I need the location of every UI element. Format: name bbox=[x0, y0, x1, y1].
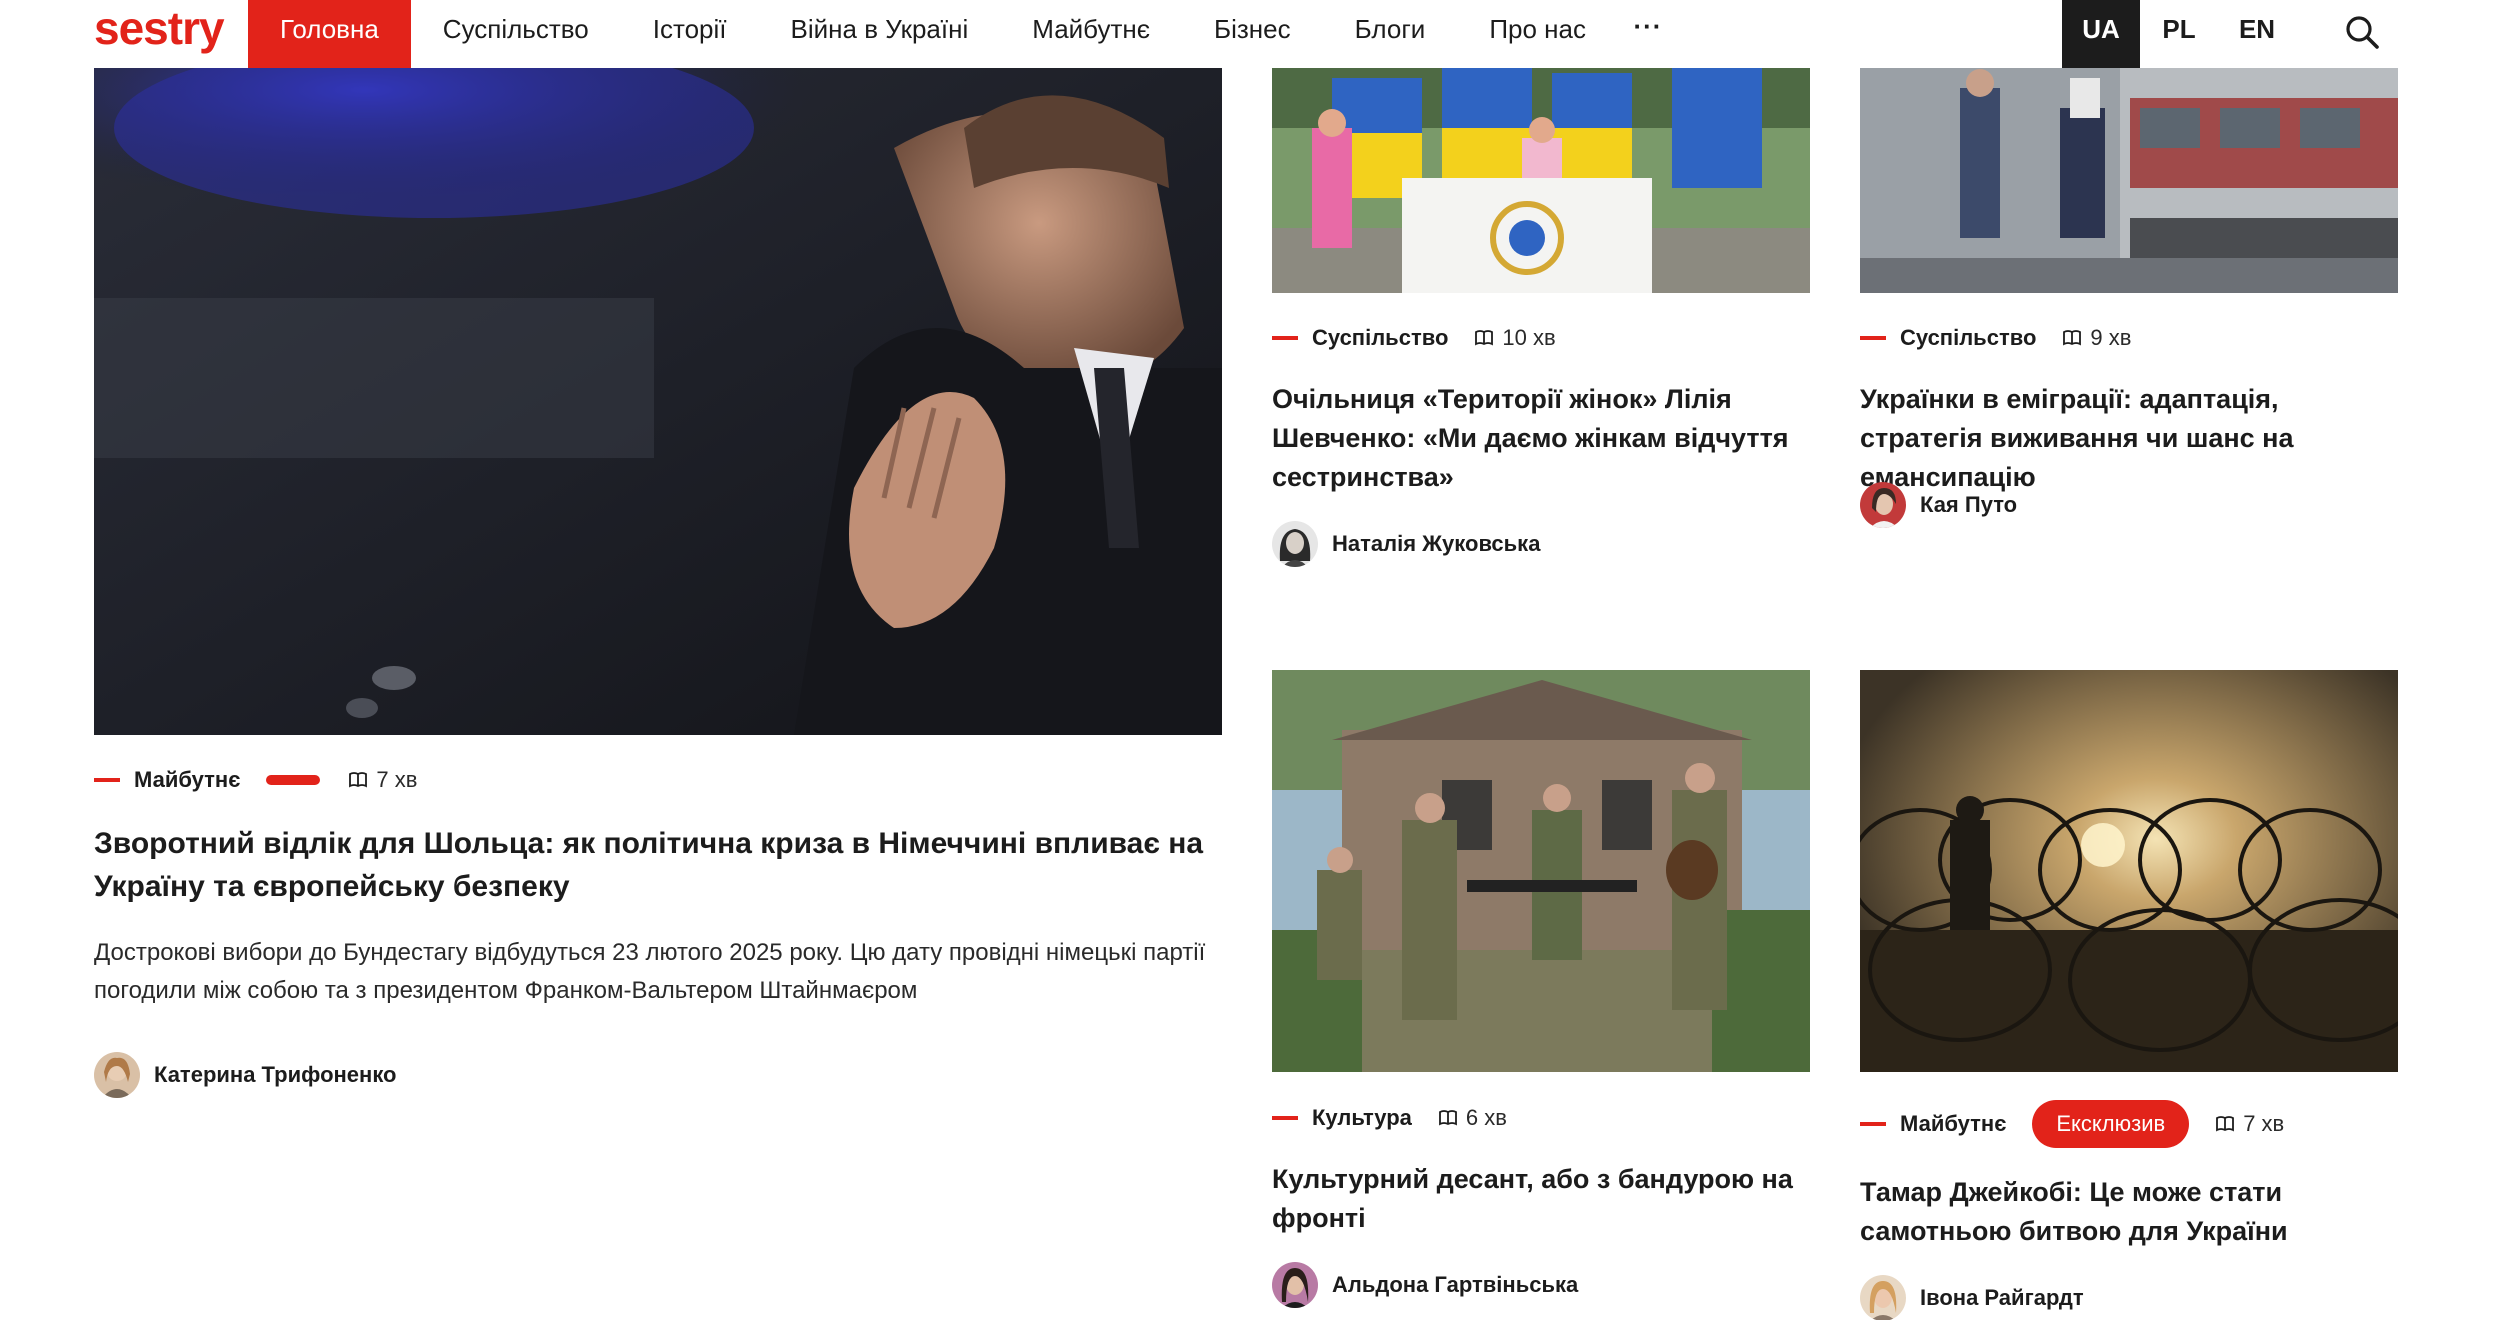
category-dash bbox=[1860, 336, 1886, 340]
read-time: 9 хв bbox=[2062, 325, 2131, 351]
more-menu-icon[interactable]: ··· bbox=[1618, 0, 1678, 68]
article-meta: Майбутнє 7 хв bbox=[94, 764, 417, 796]
article-image-barbed-wire[interactable] bbox=[1860, 670, 2398, 1072]
category-dash bbox=[94, 778, 120, 782]
author-name: Кая Путо bbox=[1920, 492, 2018, 517]
article-author[interactable]: Наталія Жуковська bbox=[1272, 521, 1540, 567]
nav-item-future[interactable]: Майбутнє bbox=[1000, 0, 1182, 68]
nav-item-society[interactable]: Суспільство bbox=[411, 0, 621, 68]
article-title[interactable]: Українки в еміграції: адаптація, стратег… bbox=[1860, 380, 2398, 497]
article-author[interactable]: Катерина Трифоненко bbox=[94, 1052, 396, 1098]
article-image-women-flags[interactable] bbox=[1272, 68, 1810, 293]
article-image-train-station[interactable] bbox=[1860, 68, 2398, 293]
article-image-scholz[interactable] bbox=[94, 68, 1222, 735]
article-image-soldiers-music[interactable] bbox=[1272, 670, 1810, 1072]
tag-marker bbox=[266, 775, 321, 785]
nav-item-war[interactable]: Війна в Україні bbox=[759, 0, 1001, 68]
read-time-label: 7 хв bbox=[376, 767, 418, 792]
author-name: Івона Райгардт bbox=[1920, 1285, 2084, 1310]
article-lead: Дострокові вибори до Бундестагу відбудут… bbox=[94, 939, 1206, 1004]
category-link[interactable]: Суспільство bbox=[1312, 325, 1448, 351]
article-title[interactable]: Культурний десант, або з бандурою на фро… bbox=[1272, 1160, 1810, 1238]
author-name: Альдона Гартвіньська bbox=[1332, 1272, 1579, 1297]
category-dash bbox=[1272, 1116, 1298, 1120]
article-title[interactable]: Очільниця «Території жінок» Лілія Шевчен… bbox=[1272, 380, 1810, 497]
avatar bbox=[1272, 521, 1318, 567]
book-icon bbox=[1475, 330, 1494, 346]
category-link[interactable]: Суспільство bbox=[1900, 325, 2036, 351]
read-time: 7 хв bbox=[348, 767, 417, 793]
article-author[interactable]: Альдона Гартвіньська bbox=[1272, 1262, 1578, 1308]
lang-pl[interactable]: PL bbox=[2140, 0, 2218, 68]
nav-item-stories[interactable]: Історії bbox=[621, 0, 759, 68]
read-time: 6 хв bbox=[1438, 1105, 1507, 1131]
article-meta: Суспільство 10 хв bbox=[1272, 322, 1556, 354]
read-time-label: 7 хв bbox=[2243, 1111, 2285, 1136]
article-author[interactable]: Кая Путо bbox=[1860, 482, 2017, 528]
category-link[interactable]: Майбутнє bbox=[134, 767, 240, 793]
book-icon bbox=[2063, 330, 2082, 346]
nav-item-about[interactable]: Про нас bbox=[1457, 0, 1618, 68]
article-title[interactable]: Зворотний відлік для Шольца: як політичн… bbox=[94, 822, 1222, 908]
nav-item-home[interactable]: Головна bbox=[248, 0, 411, 68]
book-icon bbox=[349, 772, 368, 788]
nav-item-business[interactable]: Бізнес bbox=[1182, 0, 1323, 68]
article-author[interactable]: Івона Райгардт bbox=[1860, 1275, 2084, 1320]
book-icon bbox=[1438, 1110, 1457, 1126]
category-link[interactable]: Культура bbox=[1312, 1105, 1412, 1131]
article-meta: Культура 6 хв bbox=[1272, 1102, 1507, 1134]
lang-en[interactable]: EN bbox=[2218, 0, 2296, 68]
read-time-label: 6 хв bbox=[1465, 1105, 1507, 1130]
nav-item-blogs[interactable]: Блоги bbox=[1323, 0, 1458, 68]
read-time-label: 9 хв bbox=[2090, 325, 2132, 350]
avatar bbox=[1272, 1262, 1318, 1308]
author-name: Катерина Трифоненко bbox=[154, 1062, 397, 1087]
main-nav: Головна Суспільство Історії Війна в Укра… bbox=[248, 0, 1678, 68]
category-dash bbox=[1860, 1122, 1886, 1126]
category-dash bbox=[1272, 336, 1298, 340]
search-icon[interactable] bbox=[2342, 12, 2382, 52]
avatar bbox=[1860, 1275, 1906, 1320]
article-meta: Майбутнє Ексклюзив 7 хв bbox=[1860, 1100, 2284, 1148]
site-header: sestry Головна Суспільство Історії Війна… bbox=[0, 0, 2508, 68]
language-switcher: UA PL EN bbox=[2062, 0, 2296, 68]
avatar bbox=[94, 1052, 140, 1098]
author-name: Наталія Жуковська bbox=[1332, 531, 1541, 556]
read-time: 10 хв bbox=[1474, 325, 1556, 351]
site-logo[interactable]: sestry bbox=[94, 0, 225, 56]
lang-ua[interactable]: UA bbox=[2062, 0, 2140, 68]
article-title[interactable]: Тамар Джейкобі: Це може стати самотньою … bbox=[1860, 1173, 2398, 1251]
avatar bbox=[1860, 482, 1906, 528]
exclusive-badge[interactable]: Ексклюзив bbox=[2032, 1100, 2190, 1148]
book-icon bbox=[2216, 1116, 2235, 1132]
read-time: 7 хв bbox=[2215, 1111, 2284, 1137]
article-meta: Суспільство 9 хв bbox=[1860, 322, 2131, 354]
category-link[interactable]: Майбутнє bbox=[1900, 1111, 2006, 1137]
read-time-label: 10 хв bbox=[1502, 325, 1556, 350]
